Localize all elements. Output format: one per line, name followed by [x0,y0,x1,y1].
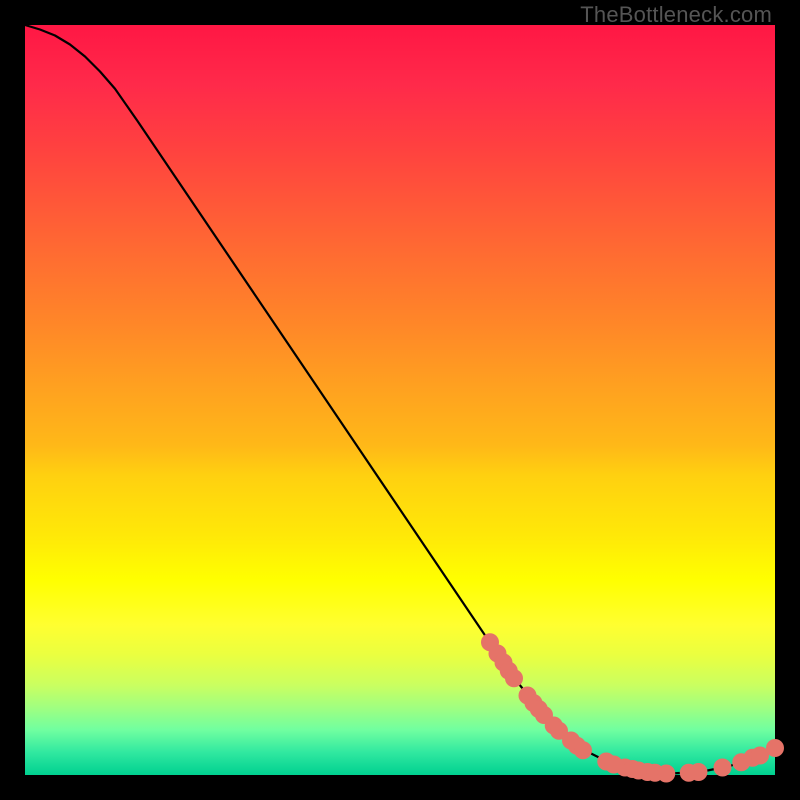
bottleneck-curve [25,25,775,774]
chart-frame: TheBottleneck.com [0,0,800,800]
highlight-point [505,669,523,687]
watermark-text: TheBottleneck.com [580,2,772,28]
chart-overlay [25,25,775,775]
highlight-point [574,741,592,759]
highlight-points-group [481,633,784,782]
highlight-point [657,765,675,783]
highlight-point [714,759,732,777]
highlight-point [766,739,784,757]
highlight-point [690,763,708,781]
